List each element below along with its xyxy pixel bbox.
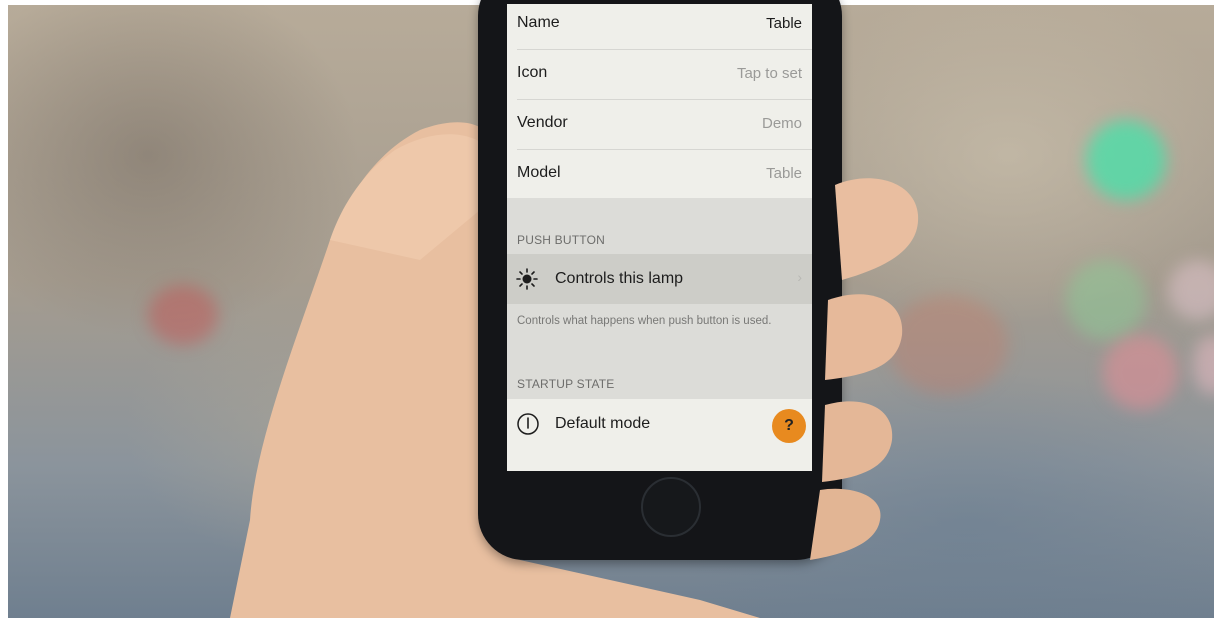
fingers bbox=[810, 178, 919, 560]
